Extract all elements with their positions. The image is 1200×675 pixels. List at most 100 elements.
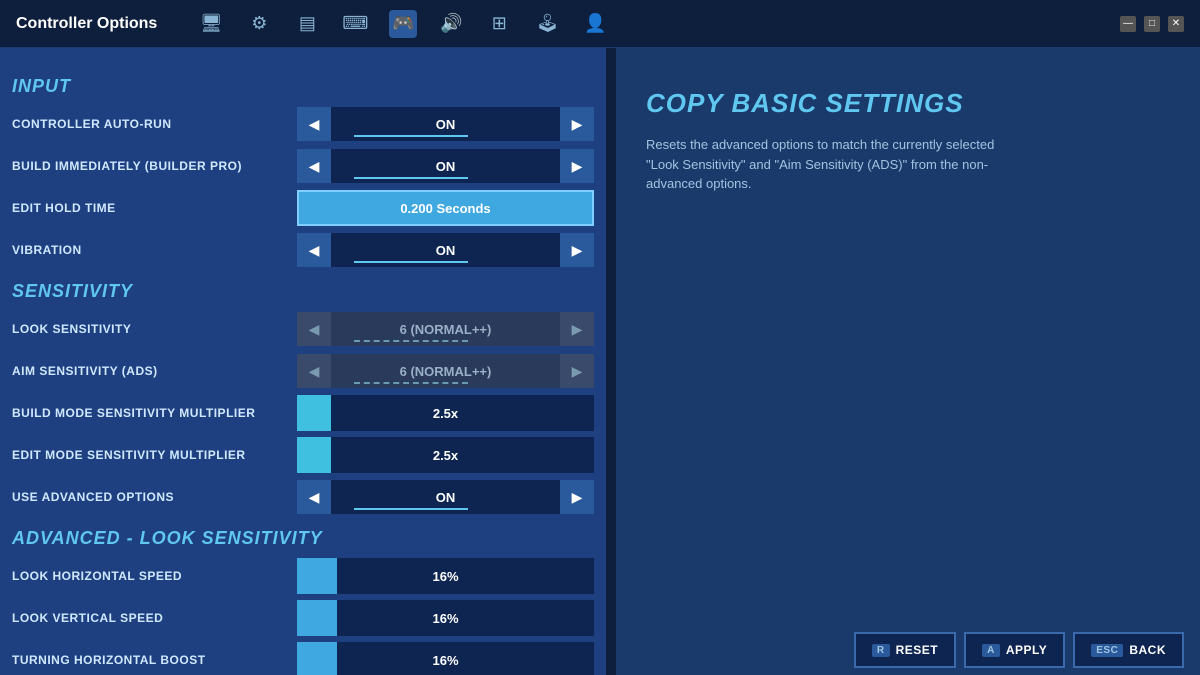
aim-sensitivity-label: AIM SENSITIVITY (ADS) bbox=[12, 364, 297, 378]
aim-sensitivity-control: ◀ 6 (NORMAL++) ▶ bbox=[297, 353, 594, 389]
reset-label: RESET bbox=[896, 643, 939, 657]
use-advanced-options-right-arrow[interactable]: ▶ bbox=[560, 480, 594, 514]
edit-mode-sensitivity-label: EDIT MODE SENSITIVITY MULTIPLIER bbox=[12, 448, 297, 462]
build-immediately-control: ◀ ON ▶ bbox=[297, 148, 594, 184]
look-horizontal-speed-row: LOOK HORIZONTAL SPEED 16% bbox=[12, 557, 594, 595]
use-advanced-options-value: ON bbox=[331, 480, 560, 514]
controller-auto-run-control: ◀ ON ▶ bbox=[297, 106, 594, 142]
vibration-right-arrow[interactable]: ▶ bbox=[560, 233, 594, 267]
apply-button[interactable]: A APPLY bbox=[964, 632, 1065, 668]
look-sensitivity-value: 6 (NORMAL++) bbox=[331, 312, 560, 346]
aim-sensitivity-right-arrow[interactable]: ▶ bbox=[560, 354, 594, 388]
look-vertical-speed-bar[interactable]: 16% bbox=[297, 600, 594, 636]
edit-mode-sensitivity-control: 2.5x bbox=[297, 437, 594, 473]
look-horizontal-speed-control: 16% bbox=[297, 558, 594, 594]
toggle-underline bbox=[354, 261, 469, 263]
look-sensitivity-left-arrow[interactable]: ◀ bbox=[297, 312, 331, 346]
aim-sensitivity-row: AIM SENSITIVITY (ADS) ◀ 6 (NORMAL++) ▶ bbox=[12, 352, 594, 390]
toggle-underline bbox=[354, 508, 469, 510]
monitor-icon[interactable]: 🖥 bbox=[197, 10, 225, 38]
slider-indicator bbox=[297, 395, 331, 431]
toggle-control: ◀ ON ▶ bbox=[297, 106, 594, 142]
maximize-button[interactable]: □ bbox=[1144, 16, 1160, 32]
build-mode-sensitivity-slider[interactable]: 2.5x bbox=[297, 395, 594, 431]
network-icon[interactable]: ⊞ bbox=[485, 10, 513, 38]
apply-label: APPLY bbox=[1006, 643, 1047, 657]
vibration-control: ◀ ON ▶ bbox=[297, 232, 594, 268]
build-mode-sensitivity-value: 2.5x bbox=[433, 406, 458, 421]
vibration-row: VIBRATION ◀ ON ▶ bbox=[12, 231, 594, 269]
look-vertical-speed-value: 16% bbox=[432, 611, 458, 626]
bar-fill bbox=[297, 642, 337, 675]
turning-horizontal-boost-bar[interactable]: 16% bbox=[297, 642, 594, 675]
back-label: BACK bbox=[1129, 643, 1166, 657]
build-mode-sensitivity-control: 2.5x bbox=[297, 395, 594, 431]
aim-sensitivity-value: 6 (NORMAL++) bbox=[331, 354, 560, 388]
edit-mode-sensitivity-slider[interactable]: 2.5x bbox=[297, 437, 594, 473]
gear-icon[interactable]: ⚙ bbox=[245, 10, 273, 38]
build-immediately-row: BUILD IMMEDIATELY (BUILDER PRO) ◀ ON ▶ bbox=[12, 147, 594, 185]
dashed-underline bbox=[354, 382, 469, 384]
dashed-underline bbox=[354, 340, 469, 342]
back-button[interactable]: ESC BACK bbox=[1073, 632, 1184, 668]
build-immediately-value: ON bbox=[331, 149, 560, 183]
edit-hold-time-control: 0.200 Seconds bbox=[297, 190, 594, 226]
look-sensitivity-row: LOOK SENSITIVITY ◀ 6 (NORMAL++) ▶ bbox=[12, 310, 594, 348]
edit-mode-sensitivity-value: 2.5x bbox=[433, 448, 458, 463]
reset-key: R bbox=[872, 644, 890, 657]
use-advanced-options-left-arrow[interactable]: ◀ bbox=[297, 480, 331, 514]
use-advanced-options-control: ◀ ON ▶ bbox=[297, 479, 594, 515]
build-immediately-left-arrow[interactable]: ◀ bbox=[297, 149, 331, 183]
toggle-control: ◀ ON ▶ bbox=[297, 232, 594, 268]
edit-hold-time-value[interactable]: 0.200 Seconds bbox=[297, 190, 594, 226]
controller-auto-run-row: CONTROLLER AUTO-RUN ◀ ON ▶ bbox=[12, 105, 594, 143]
toggle-underline bbox=[354, 135, 469, 137]
copy-settings-title: COPY BASIC SETTINGS bbox=[646, 88, 1170, 119]
minimize-button[interactable]: — bbox=[1120, 16, 1136, 32]
keyboard-icon[interactable]: ⌨ bbox=[341, 10, 369, 38]
reset-button[interactable]: R RESET bbox=[854, 632, 956, 668]
use-advanced-options-label: USE ADVANCED OPTIONS bbox=[12, 490, 297, 504]
window-controls: — □ ✕ bbox=[1120, 16, 1184, 32]
nav-icons: 🖥 ⚙ ▤ ⌨ 🎮 🔊 ⊞ 🕹 👤 bbox=[197, 10, 609, 38]
close-button[interactable]: ✕ bbox=[1168, 16, 1184, 32]
vibration-label: VIBRATION bbox=[12, 243, 297, 257]
turning-horizontal-boost-label: TURNING HORIZONTAL BOOST bbox=[12, 653, 297, 667]
look-vertical-speed-control: 16% bbox=[297, 600, 594, 636]
build-immediately-right-arrow[interactable]: ▶ bbox=[560, 149, 594, 183]
look-horizontal-speed-bar[interactable]: 16% bbox=[297, 558, 594, 594]
bar-fill bbox=[297, 558, 337, 594]
toggle-control: ◀ ON ▶ bbox=[297, 479, 594, 515]
display-icon[interactable]: ▤ bbox=[293, 10, 321, 38]
look-sensitivity-right-arrow[interactable]: ▶ bbox=[560, 312, 594, 346]
audio-icon[interactable]: 🔊 bbox=[437, 10, 465, 38]
edit-hold-time-label: EDIT HOLD TIME bbox=[12, 201, 297, 215]
vibration-value: ON bbox=[331, 233, 560, 267]
look-vertical-speed-label: LOOK VERTICAL SPEED bbox=[12, 611, 297, 625]
turning-horizontal-boost-value: 16% bbox=[432, 653, 458, 668]
advanced-look-section-header: ADVANCED - LOOK SENSITIVITY bbox=[12, 528, 594, 549]
turning-horizontal-boost-control: 16% bbox=[297, 642, 594, 675]
look-horizontal-speed-value: 16% bbox=[432, 569, 458, 584]
aim-sensitivity-left-arrow[interactable]: ◀ bbox=[297, 354, 331, 388]
window-title: Controller Options bbox=[16, 15, 157, 33]
use-advanced-options-row: USE ADVANCED OPTIONS ◀ ON ▶ bbox=[12, 478, 594, 516]
look-sensitivity-control: ◀ 6 (NORMAL++) ▶ bbox=[297, 311, 594, 347]
controller-auto-run-left-arrow[interactable]: ◀ bbox=[297, 107, 331, 141]
controller-auto-run-value: ON bbox=[331, 107, 560, 141]
build-immediately-label: BUILD IMMEDIATELY (BUILDER PRO) bbox=[12, 159, 297, 173]
bar-fill bbox=[297, 600, 337, 636]
controller-active-icon[interactable]: 🎮 bbox=[389, 10, 417, 38]
title-bar: Controller Options 🖥 ⚙ ▤ ⌨ 🎮 🔊 ⊞ 🕹 👤 — □… bbox=[0, 0, 1200, 48]
main-layout: INPUT CONTROLLER AUTO-RUN ◀ ON ▶ BUILD I… bbox=[0, 48, 1200, 675]
slider-indicator bbox=[297, 437, 331, 473]
sensitivity-section-header: SENSITIVITY bbox=[12, 281, 594, 302]
look-vertical-speed-row: LOOK VERTICAL SPEED 16% bbox=[12, 599, 594, 637]
vibration-left-arrow[interactable]: ◀ bbox=[297, 233, 331, 267]
controller-auto-run-right-arrow[interactable]: ▶ bbox=[560, 107, 594, 141]
toggle-control-gray: ◀ 6 (NORMAL++) ▶ bbox=[297, 353, 594, 389]
user-icon[interactable]: 👤 bbox=[581, 10, 609, 38]
edit-mode-sensitivity-row: EDIT MODE SENSITIVITY MULTIPLIER 2.5x bbox=[12, 436, 594, 474]
gamepad-icon[interactable]: 🕹 bbox=[533, 10, 561, 38]
apply-key: A bbox=[982, 644, 1000, 657]
